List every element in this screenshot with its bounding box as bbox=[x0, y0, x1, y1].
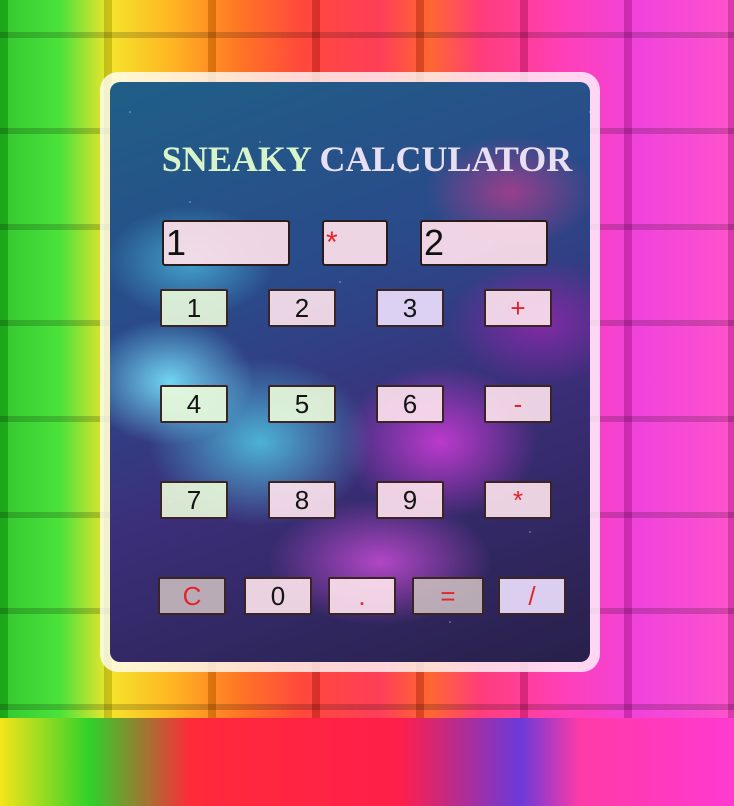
title-word-calculator: CALCULATOR bbox=[319, 139, 573, 179]
key-2-button[interactable]: 2 bbox=[268, 289, 336, 327]
key-9-button[interactable]: 9 bbox=[376, 481, 444, 519]
key-6-button[interactable]: 6 bbox=[376, 385, 444, 423]
multiply-button[interactable]: * bbox=[484, 481, 552, 519]
plus-button[interactable]: + bbox=[484, 289, 552, 327]
key-0-button[interactable]: 0 bbox=[244, 577, 312, 615]
key-5-button[interactable]: 5 bbox=[268, 385, 336, 423]
title-word-sneaky: SNEAKY bbox=[161, 139, 311, 179]
key-4-button[interactable]: 4 bbox=[160, 385, 228, 423]
clear-button[interactable]: C bbox=[158, 577, 226, 615]
key-1-button[interactable]: 1 bbox=[160, 289, 228, 327]
operator-input[interactable]: * bbox=[322, 220, 388, 266]
minus-button[interactable]: - bbox=[484, 385, 552, 423]
divide-button[interactable]: / bbox=[498, 577, 566, 615]
key-7-button[interactable]: 7 bbox=[160, 481, 228, 519]
equals-button[interactable]: = bbox=[412, 577, 484, 615]
page-title: SNEAKY CALCULATOR bbox=[0, 138, 734, 180]
key-8-button[interactable]: 8 bbox=[268, 481, 336, 519]
background-strip bbox=[0, 718, 734, 806]
right-operand-input[interactable]: 2 bbox=[420, 220, 548, 266]
left-operand-input[interactable]: 1 bbox=[162, 220, 290, 266]
key-3-button[interactable]: 3 bbox=[376, 289, 444, 327]
decimal-button[interactable]: . bbox=[328, 577, 396, 615]
